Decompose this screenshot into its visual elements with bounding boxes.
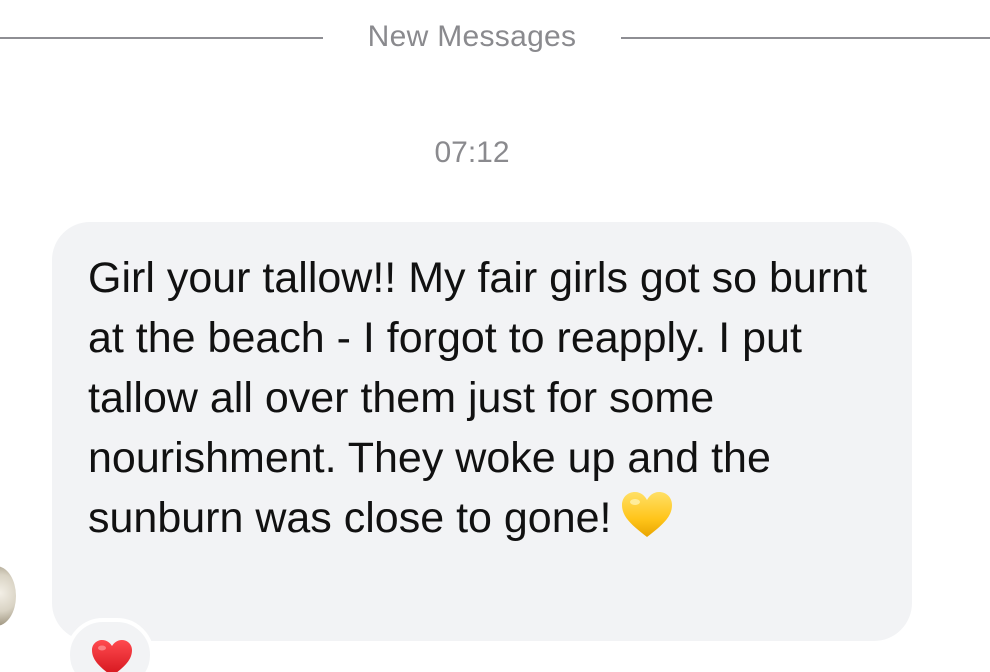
red-heart-icon [92,640,132,672]
message-text-container: Girl your tallow!! My fair girls got so … [88,248,876,548]
yellow-heart-icon [621,491,672,537]
divider-line-right [621,37,990,39]
message-timestamp: 07:12 [434,136,510,169]
message-bubble[interactable]: Girl your tallow!! My fair girls got so … [52,222,912,641]
reaction-badge[interactable] [66,618,154,672]
chat-screen: New Messages 07:12 Girl your tallow!! My… [0,0,990,672]
new-messages-label: New Messages [367,20,577,53]
sender-avatar[interactable] [0,566,16,626]
message-text: Girl your tallow!! My fair girls got so … [88,254,868,542]
divider-line-left [0,37,323,39]
new-messages-divider: New Messages [0,18,990,58]
